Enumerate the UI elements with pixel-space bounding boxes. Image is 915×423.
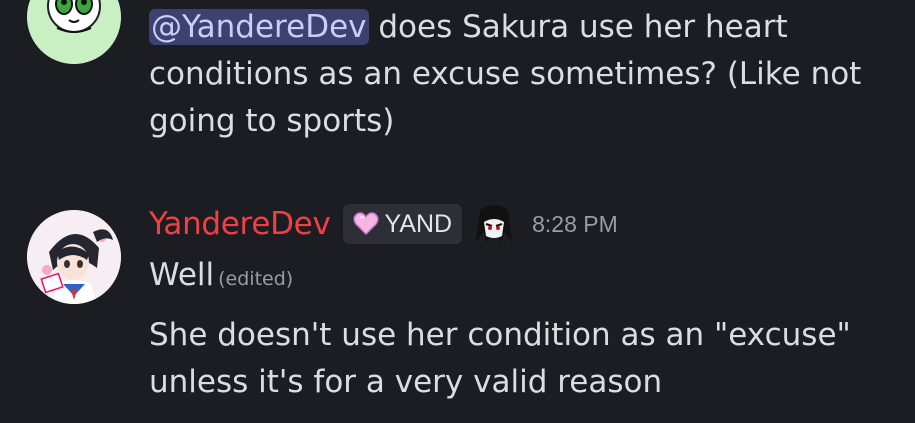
anime-girl-avatar-icon — [27, 210, 121, 304]
message-line-1: Well (edited) — [149, 252, 889, 303]
edited-label[interactable]: (edited) — [218, 268, 293, 290]
avatar[interactable] — [27, 0, 121, 64]
powerpuff-avatar-icon — [27, 0, 121, 64]
role-tag[interactable]: YAND — [342, 204, 463, 244]
pink-heart-icon — [353, 212, 379, 236]
timestamp[interactable]: 8:28 PM — [532, 211, 618, 238]
message-line-2: She doesn't use her condition as an "exc… — [149, 312, 889, 406]
message-text: Well — [149, 257, 215, 293]
role-tag-label: YAND — [384, 209, 453, 238]
message-header: YandereDev YAND 8:28 PM — [149, 202, 618, 246]
user-mention[interactable]: @YandereDev — [149, 9, 369, 45]
message-text: She doesn't use her condition as an "exc… — [149, 317, 851, 400]
author-name[interactable]: YandereDev — [149, 206, 331, 242]
avatar[interactable] — [27, 210, 121, 304]
anime-face-icon[interactable] — [472, 202, 516, 246]
message-body: @YandereDev does Sakura use her heart co… — [149, 4, 889, 145]
